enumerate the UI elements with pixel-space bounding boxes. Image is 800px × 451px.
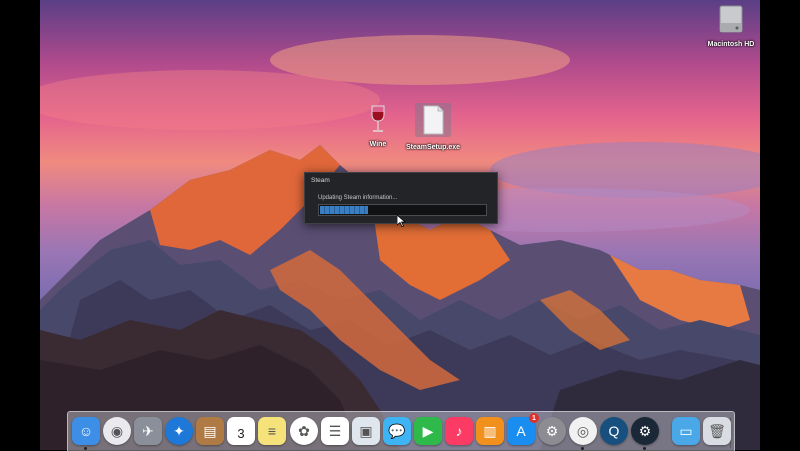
photos-icon: ✿ <box>298 422 310 439</box>
dock-item-system-preferences[interactable]: ⚙ <box>538 417 566 445</box>
trash-icon: 🗑 <box>708 422 726 439</box>
dock-item-quicktime[interactable]: Q <box>600 417 628 445</box>
dock-item-chrome[interactable]: ◎ <box>569 417 597 450</box>
dock-item-finder[interactable]: ☺ <box>72 417 100 450</box>
dock-item-app-store[interactable]: A1 <box>507 413 539 445</box>
facetime-icon: ▶ <box>422 422 434 439</box>
ibooks-icon: ▥ <box>483 422 497 439</box>
dock-item-launchpad[interactable]: ✈ <box>134 417 162 445</box>
desktop-icon-wine[interactable]: Wine <box>358 104 398 148</box>
dock-item-reminders[interactable]: ☰ <box>321 417 349 445</box>
document-icon <box>415 103 451 137</box>
dock-item-photos[interactable]: ✿ <box>290 417 318 445</box>
status-text: Updating Steam information... <box>318 195 398 201</box>
system-preferences-icon: ⚙ <box>545 422 559 439</box>
dock-item-safari[interactable]: ✦ <box>165 417 193 445</box>
desktop-icon-label: Macintosh HD <box>707 41 755 48</box>
dock-item-calendar[interactable]: 3 <box>227 417 255 445</box>
steam-icon: ⚙ <box>638 422 652 439</box>
dock-item-messages[interactable]: 💬 <box>383 417 411 445</box>
dock-item-facetime[interactable]: ▶ <box>414 417 442 445</box>
dock: ☺ ◉ ✈ ✦ ▤ 3 ≡ ✿ ☰ ▣ 💬 ▶ ♪ ▥ A 1 ⚙ ◎ Q ⚙ ▭ 🗑 <box>67 411 735 451</box>
desktop-icon-label: SteamSetup.exe <box>405 144 461 151</box>
safari-icon: ✦ <box>173 422 185 439</box>
dock-item-steam[interactable]: ⚙ <box>631 417 659 450</box>
calendar-icon: 3 <box>237 425 245 441</box>
dock-item-contacts[interactable]: ▤ <box>196 417 224 445</box>
letterbox-right <box>760 0 800 450</box>
reminders-icon: ☰ <box>328 422 342 439</box>
app-store-icon: A <box>516 423 526 439</box>
dock-item-music[interactable]: ♪ <box>445 417 473 445</box>
dock-item-trash[interactable]: 🗑 <box>703 417 731 445</box>
folder-icon: ▭ <box>679 422 693 439</box>
notes-icon: ≡ <box>267 423 277 439</box>
preview-icon: ▣ <box>359 422 373 439</box>
mouse-cursor-icon <box>397 215 406 227</box>
quicktime-icon: Q <box>608 423 620 439</box>
chrome-icon: ◎ <box>576 422 590 439</box>
siri-icon: ◉ <box>110 422 124 439</box>
dock-item-folder[interactable]: ▭ <box>672 417 700 445</box>
dock-item-preview[interactable]: ▣ <box>352 417 380 445</box>
launchpad-icon: ✈ <box>142 422 154 439</box>
progress-fill <box>320 206 368 214</box>
dock-item-notes[interactable]: ≡ <box>258 417 286 445</box>
dock-item-ibooks[interactable]: ▥ <box>476 417 504 445</box>
hard-drive-icon <box>719 5 743 33</box>
wine-glass-icon <box>371 105 385 132</box>
desktop-icon-label: Wine <box>369 141 387 148</box>
notification-badge: 1 <box>529 413 539 423</box>
music-icon: ♪ <box>455 423 463 439</box>
finder-icon: ☺ <box>78 423 94 439</box>
desktop-icon-macintosh-hd[interactable]: Macintosh HD <box>695 4 767 48</box>
dock-item-siri[interactable]: ◉ <box>103 417 131 445</box>
contacts-icon: ▤ <box>203 422 217 439</box>
messages-icon: 💬 <box>388 422 406 439</box>
desktop-icon-steam-setup[interactable]: SteamSetup.exe <box>398 103 468 151</box>
letterbox-left <box>0 0 40 450</box>
window-title: Steam <box>311 177 330 184</box>
